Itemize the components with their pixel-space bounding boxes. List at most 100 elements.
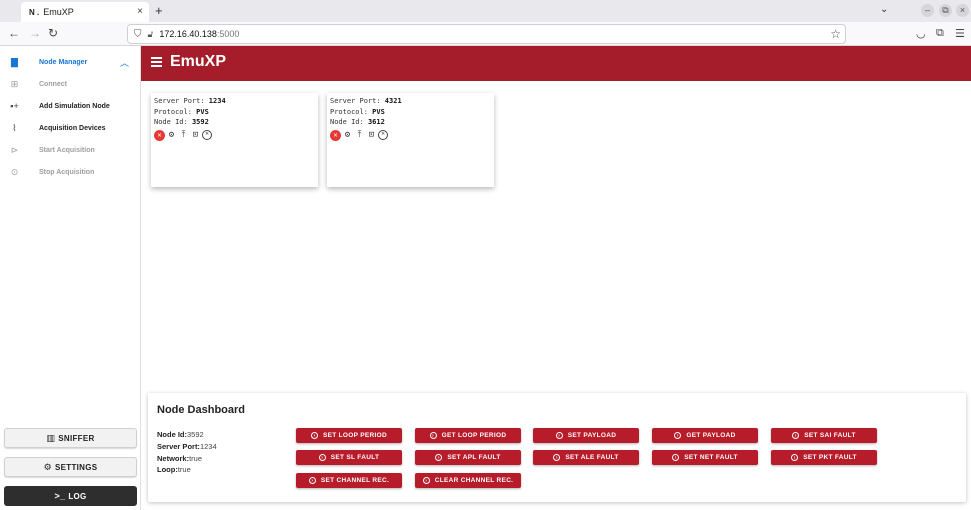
button-label: CLEAR CHANNEL REC. (434, 477, 514, 484)
clear-channel-rec-button[interactable]: › CLEAR CHANNEL REC. (415, 473, 521, 488)
set-ale-fault-button[interactable]: › SET ALE FAULT (533, 450, 639, 465)
protocol-label: Protocol: (154, 107, 192, 116)
server-port-value: 1234 (208, 97, 226, 105)
sidebar: ▇ Node Manager ︿ ⊞ Connect ▪+ Add Simula… (0, 46, 141, 510)
button-label: GET LOOP PERIOD (441, 432, 507, 439)
server-port-row: Server Port: 1234 (154, 96, 315, 107)
loop-value: true (177, 465, 191, 475)
set-net-fault-button[interactable]: › SET NET FAULT (652, 450, 758, 465)
circle-arrow-icon: › (311, 432, 318, 439)
sidebar-item-acquisition-devices[interactable]: ⌇ Acquisition Devices (0, 118, 141, 138)
node-id-label: Node Id: (157, 430, 187, 439)
node-dashboard: Node Dashboard Node Id:3592 Server Port:… (148, 393, 966, 502)
get-payload-button[interactable]: › GET PAYLOAD (652, 428, 758, 443)
tab-close-icon[interactable]: × (137, 6, 143, 17)
server-port-value: 1234 (199, 441, 217, 451)
settings-gears-icon[interactable]: ⚙ (342, 130, 353, 141)
url-port: :5000 (216, 29, 240, 39)
node-card[interactable]: Server Port: 1234 Protocol: PVS Node Id:… (151, 93, 318, 187)
server-port-value: 4321 (384, 97, 402, 105)
back-icon[interactable]: ← (8, 26, 20, 40)
circle-arrow-icon: › (555, 432, 563, 439)
sniffer-label: SNIFFER (58, 433, 95, 443)
set-loop-period-button[interactable]: › SET LOOP PERIOD (296, 428, 402, 443)
monitor-icon[interactable]: ⊡ (190, 130, 201, 141)
node-card[interactable]: Server Port: 4321 Protocol: PVS Node Id:… (327, 93, 494, 187)
new-tab-button[interactable]: + (155, 3, 163, 18)
network-value: true (189, 453, 203, 463)
log-label: LOG (68, 491, 87, 501)
sidebar-item-label: Add Simulation Node (39, 102, 110, 110)
insecure-lock-icon[interactable]: 🔓︎ (148, 29, 154, 40)
circle-arrow-icon: › (792, 432, 800, 439)
circle-arrow-icon: › (318, 454, 326, 461)
set-pkt-fault-button[interactable]: › SET PKT FAULT (771, 450, 877, 465)
protocol-value: PVS (372, 107, 385, 116)
button-label: SET SL FAULT (330, 454, 380, 461)
button-label: SET APL FAULT (447, 454, 501, 461)
node-id-label: Node Id: (154, 118, 188, 126)
settings-gears-icon[interactable]: ⚙ (166, 130, 177, 141)
monitor-icon[interactable]: ⊡ (366, 130, 377, 141)
tab-title: EmuXP (43, 7, 74, 17)
node-actions: ✕ ⚙ ⤒ ⊡ ✕ (330, 129, 491, 141)
pocket-icon[interactable]: ◡ (916, 27, 926, 40)
sidebar-item-node-manager[interactable]: ▇ Node Manager ︿ (0, 52, 141, 72)
stop-node-icon[interactable]: ✕ (154, 129, 165, 141)
set-sai-fault-button[interactable]: › SET SAI FAULT (771, 428, 877, 443)
hamburger-menu-icon[interactable] (151, 57, 162, 67)
sidebar-item-label: Connect (39, 80, 67, 88)
url-host: 172.16.40.138 (159, 29, 217, 39)
log-button[interactable]: >_ LOG (4, 486, 137, 506)
set-sl-fault-button[interactable]: › SET SL FAULT (296, 450, 402, 465)
gear-icon: ⚙ (43, 461, 52, 472)
remove-node-icon[interactable]: ✕ (202, 129, 212, 140)
set-apl-fault-button[interactable]: › SET APL FAULT (415, 450, 521, 465)
app-header: EmuXP (141, 46, 971, 81)
address-bar[interactable]: ⛉ 🔓︎ 172.16.40.138:5000 ☆ (127, 24, 846, 44)
sniffer-button[interactable]: ▥ SNIFFER (4, 428, 137, 448)
remove-node-icon[interactable]: ✕ (378, 129, 388, 140)
set-payload-button[interactable]: › SET PAYLOAD (533, 428, 639, 443)
button-label: SET PKT FAULT (803, 454, 857, 461)
shield-icon[interactable]: ⛉ (134, 29, 142, 40)
extensions-icon[interactable]: ⧉ (936, 27, 944, 40)
window-close-icon[interactable]: × (956, 4, 969, 17)
node-id-row: Node Id: 3612 (330, 117, 491, 128)
dashboard-title: Node Dashboard (157, 404, 246, 416)
button-label: SET CHANNEL REC. (320, 477, 390, 484)
sidebar-item-add-simulation-node[interactable]: ▪+ Add Simulation Node (0, 96, 141, 116)
server-port-label: Server Port: (157, 441, 200, 451)
menu-icon[interactable]: ☰ (955, 27, 965, 40)
settings-label: SETTINGS (54, 462, 98, 472)
node-id-value: 3592 (187, 430, 204, 439)
restore-icon[interactable]: ⧉ (939, 4, 952, 17)
sidebar-item-connect[interactable]: ⊞ Connect (0, 74, 141, 94)
forward-icon[interactable]: → (29, 26, 41, 40)
terminal-icon: >_ (54, 491, 66, 501)
sidebar-item-start-acquisition[interactable]: ⊳ Start Acquisition (0, 140, 141, 160)
set-channel-rec-button[interactable]: › SET CHANNEL REC. (296, 473, 402, 488)
upload-icon[interactable]: ⤒ (178, 130, 189, 141)
stop-node-icon[interactable]: ✕ (330, 129, 341, 141)
upload-icon[interactable]: ⤒ (354, 130, 365, 141)
sidebar-item-label: Stop Acquisition (39, 168, 95, 176)
server-port-label: Server Port: (154, 97, 205, 105)
dashboard-info: Node Id:3592 Server Port:1234 Network:tr… (157, 429, 217, 476)
sidebar-item-stop-acquisition[interactable]: ⊙ Stop Acquisition (0, 162, 141, 182)
bookmark-star-icon[interactable]: ☆ (830, 27, 841, 41)
list-tabs-icon[interactable]: ⌄ (880, 4, 888, 15)
node-actions: ✕ ⚙ ⤒ ⊡ ✕ (154, 129, 315, 141)
minimize-icon[interactable]: – (921, 4, 934, 17)
chevron-up-icon[interactable]: ︿ (120, 56, 129, 69)
get-loop-period-button[interactable]: › GET LOOP PERIOD (415, 428, 521, 443)
reload-icon[interactable]: ↻ (48, 26, 58, 40)
circle-arrow-icon: › (308, 477, 316, 484)
settings-button[interactable]: ⚙ SETTINGS (4, 457, 137, 477)
connect-icon: ⊞ (10, 78, 19, 89)
node-manager-icon: ▇ (11, 56, 18, 67)
circle-arrow-icon: › (791, 454, 799, 461)
sidebar-item-label: Start Acquisition (39, 146, 95, 154)
protocol-row: Protocol: PVS (154, 107, 315, 118)
browser-tab[interactable]: N . EmuXP × (21, 2, 149, 22)
